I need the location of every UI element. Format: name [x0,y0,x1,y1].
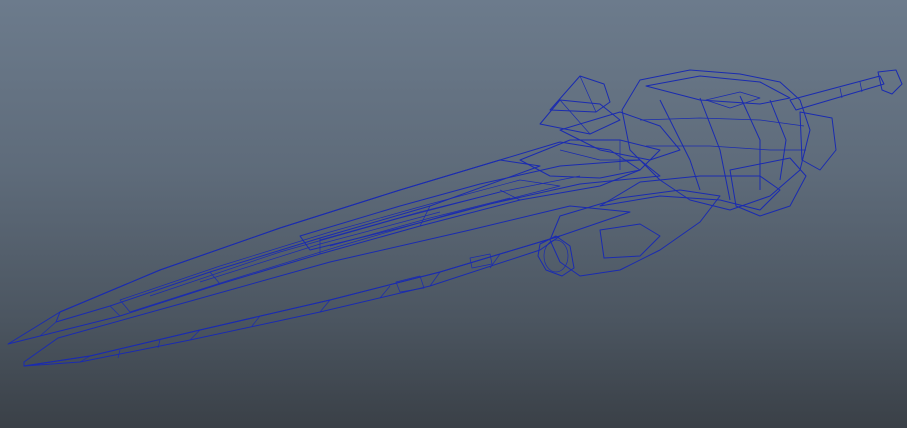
guard-grip-ring [537,235,575,277]
cage-top-frame [645,75,791,105]
cage-bar-4 [769,99,787,181]
blade-lower-edge [23,235,561,367]
cage-rear-fin [729,157,807,217]
rod-shaft [789,75,885,111]
front-wing [539,75,681,161]
cage-side-block [799,111,837,171]
sword-wireframe-model[interactable] [0,0,907,428]
cage-bar-2 [699,97,731,201]
under-hull-details [395,223,661,293]
blade-upper-face [7,141,641,345]
rod-cap [877,69,903,95]
cage-inner-slot [705,91,761,109]
blade-lower-main [23,205,631,367]
blade-center-groove [119,179,561,313]
wing-spike-top [549,75,611,113]
guard-lower [549,189,721,277]
viewport-3d[interactable] [0,0,907,428]
pommel-rod [789,69,903,111]
blade-upper-ridge [55,159,541,323]
blade-lower-face [23,205,631,367]
guard-side-plate [599,175,781,211]
wing-spike-mid [539,99,621,135]
cage-housing [621,69,837,217]
